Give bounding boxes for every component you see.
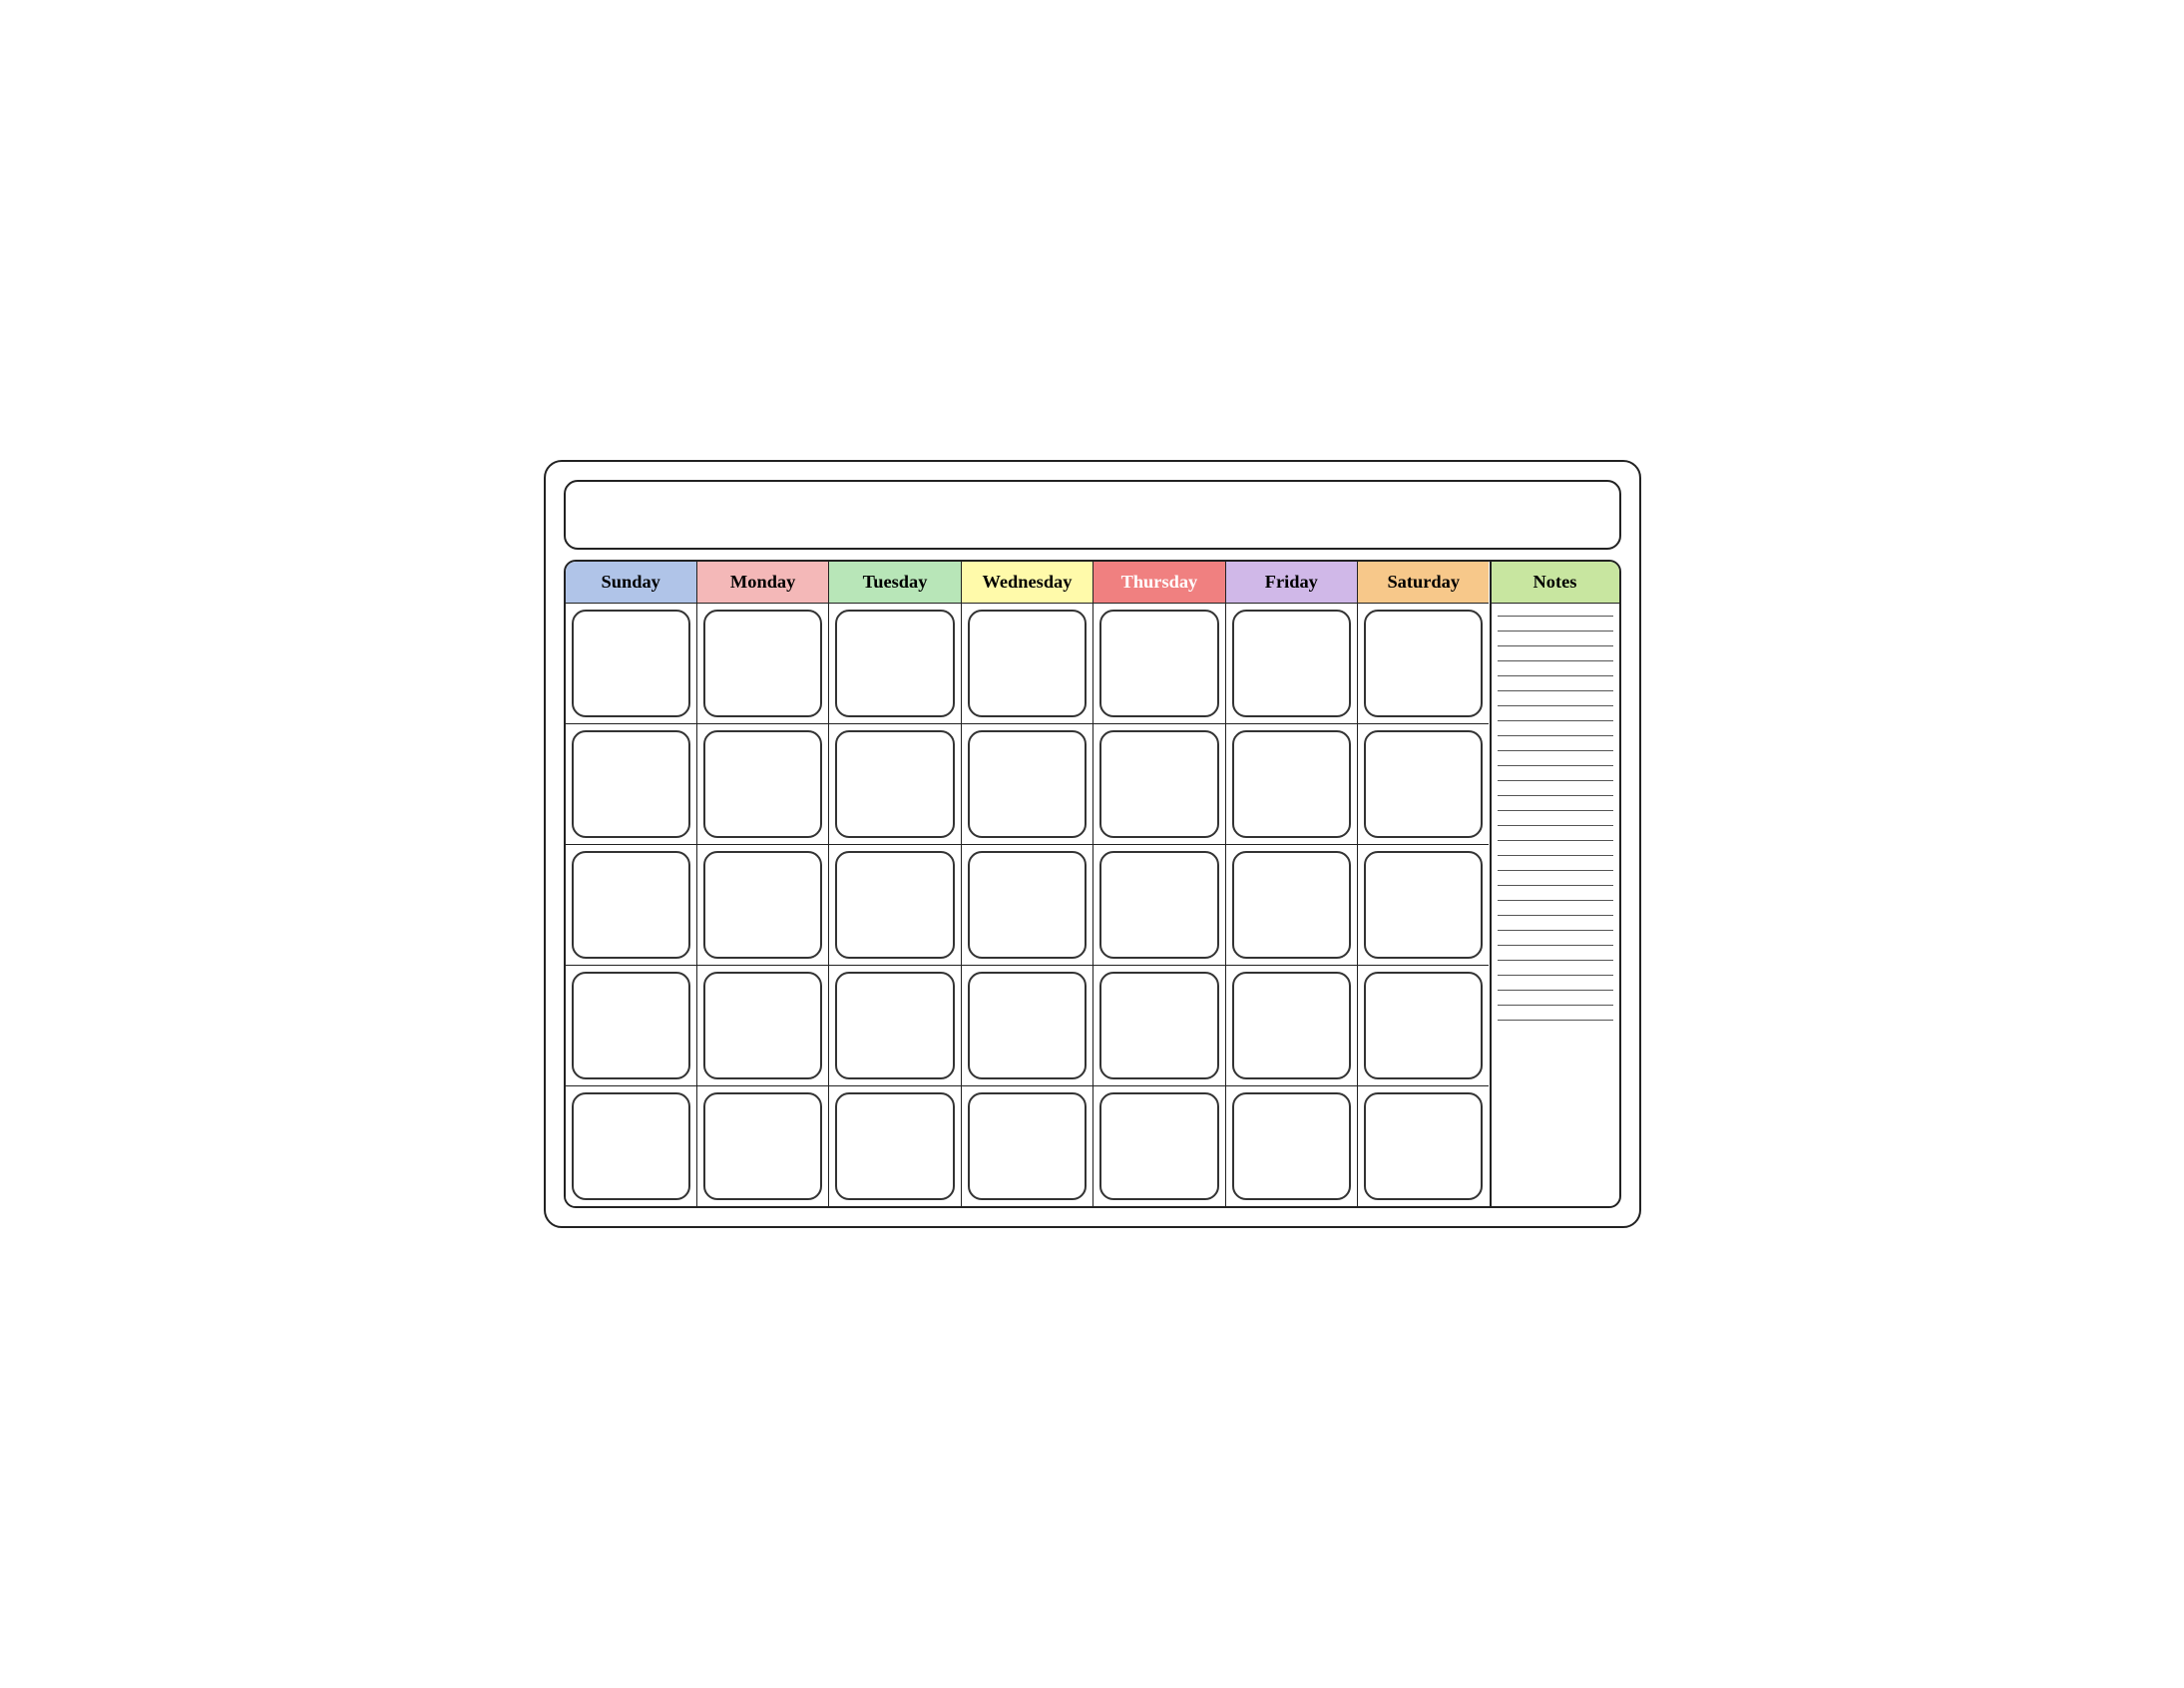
- notes-line: [1498, 945, 1613, 946]
- notes-line: [1498, 1005, 1613, 1006]
- notes-line: [1498, 750, 1613, 751]
- cell-1-sun[interactable]: [566, 604, 697, 724]
- notes-line: [1498, 990, 1613, 991]
- cell-5-fri[interactable]: [1226, 1086, 1358, 1206]
- cell-2-sat[interactable]: [1358, 724, 1489, 845]
- cell-2-sun[interactable]: [566, 724, 697, 845]
- notes-line: [1498, 975, 1613, 976]
- cell-5-sat[interactable]: [1358, 1086, 1489, 1206]
- notes-line: [1498, 840, 1613, 841]
- notes-line: [1498, 915, 1613, 916]
- notes-line: [1498, 900, 1613, 901]
- cell-4-thu[interactable]: [1093, 966, 1225, 1086]
- cell-3-sun[interactable]: [566, 845, 697, 966]
- notes-line: [1498, 930, 1613, 931]
- cell-1-tue[interactable]: [829, 604, 961, 724]
- cell-2-thu[interactable]: [1093, 724, 1225, 845]
- notes-line: [1498, 675, 1613, 676]
- notes-line: [1498, 631, 1613, 632]
- cell-2-mon[interactable]: [697, 724, 829, 845]
- cell-1-mon[interactable]: [697, 604, 829, 724]
- cell-3-tue[interactable]: [829, 845, 961, 966]
- grid-row-2: [566, 724, 1490, 845]
- notes-line: [1498, 885, 1613, 886]
- notes-line: [1498, 765, 1613, 766]
- cell-4-wed[interactable]: [962, 966, 1093, 1086]
- header-sunday: Sunday: [566, 562, 697, 604]
- header-thursday: Thursday: [1093, 562, 1225, 604]
- cell-5-thu[interactable]: [1093, 1086, 1225, 1206]
- cell-1-fri[interactable]: [1226, 604, 1358, 724]
- cell-3-thu[interactable]: [1093, 845, 1225, 966]
- header-wednesday: Wednesday: [962, 562, 1093, 604]
- notes-line: [1498, 705, 1613, 706]
- cell-4-sun[interactable]: [566, 966, 697, 1086]
- notes-line: [1498, 660, 1613, 661]
- grid-row-1: [566, 604, 1490, 724]
- notes-line: [1498, 720, 1613, 721]
- notes-line: [1498, 645, 1613, 646]
- notes-line: [1498, 1020, 1613, 1021]
- header-tuesday: Tuesday: [829, 562, 961, 604]
- header-row: Sunday Monday Tuesday Wednesday Thursday…: [566, 562, 1490, 604]
- notes-line: [1498, 870, 1613, 871]
- cell-2-wed[interactable]: [962, 724, 1093, 845]
- cell-5-mon[interactable]: [697, 1086, 829, 1206]
- cell-2-fri[interactable]: [1226, 724, 1358, 845]
- cell-1-wed[interactable]: [962, 604, 1093, 724]
- cell-3-fri[interactable]: [1226, 845, 1358, 966]
- cell-2-tue[interactable]: [829, 724, 961, 845]
- notes-line: [1498, 616, 1613, 617]
- cell-1-thu[interactable]: [1093, 604, 1225, 724]
- header-saturday: Saturday: [1358, 562, 1489, 604]
- notes-column: Notes: [1490, 562, 1619, 1206]
- notes-line: [1498, 795, 1613, 796]
- notes-line: [1498, 810, 1613, 811]
- grid-row-4: [566, 966, 1490, 1086]
- cell-5-wed[interactable]: [962, 1086, 1093, 1206]
- cell-4-fri[interactable]: [1226, 966, 1358, 1086]
- grid-rows: [566, 604, 1490, 1206]
- cell-3-sat[interactable]: [1358, 845, 1489, 966]
- title-bar[interactable]: [564, 480, 1621, 550]
- cell-5-tue[interactable]: [829, 1086, 961, 1206]
- notes-line: [1498, 855, 1613, 856]
- notes-line: [1498, 780, 1613, 781]
- calendar-main: Sunday Monday Tuesday Wednesday Thursday…: [564, 560, 1621, 1208]
- header-friday: Friday: [1226, 562, 1358, 604]
- notes-line: [1498, 825, 1613, 826]
- cell-4-tue[interactable]: [829, 966, 961, 1086]
- calendar-grid: Sunday Monday Tuesday Wednesday Thursday…: [566, 562, 1490, 1206]
- cell-5-sun[interactable]: [566, 1086, 697, 1206]
- calendar-wrapper: Sunday Monday Tuesday Wednesday Thursday…: [544, 460, 1641, 1228]
- cell-4-mon[interactable]: [697, 966, 829, 1086]
- notes-line: [1498, 960, 1613, 961]
- cell-4-sat[interactable]: [1358, 966, 1489, 1086]
- cell-1-sat[interactable]: [1358, 604, 1489, 724]
- notes-header: Notes: [1492, 562, 1619, 604]
- notes-line: [1498, 735, 1613, 736]
- cell-3-mon[interactable]: [697, 845, 829, 966]
- notes-body[interactable]: [1492, 604, 1619, 1206]
- cell-3-wed[interactable]: [962, 845, 1093, 966]
- notes-line: [1498, 690, 1613, 691]
- grid-row-3: [566, 845, 1490, 966]
- header-monday: Monday: [697, 562, 829, 604]
- grid-row-5: [566, 1086, 1490, 1206]
